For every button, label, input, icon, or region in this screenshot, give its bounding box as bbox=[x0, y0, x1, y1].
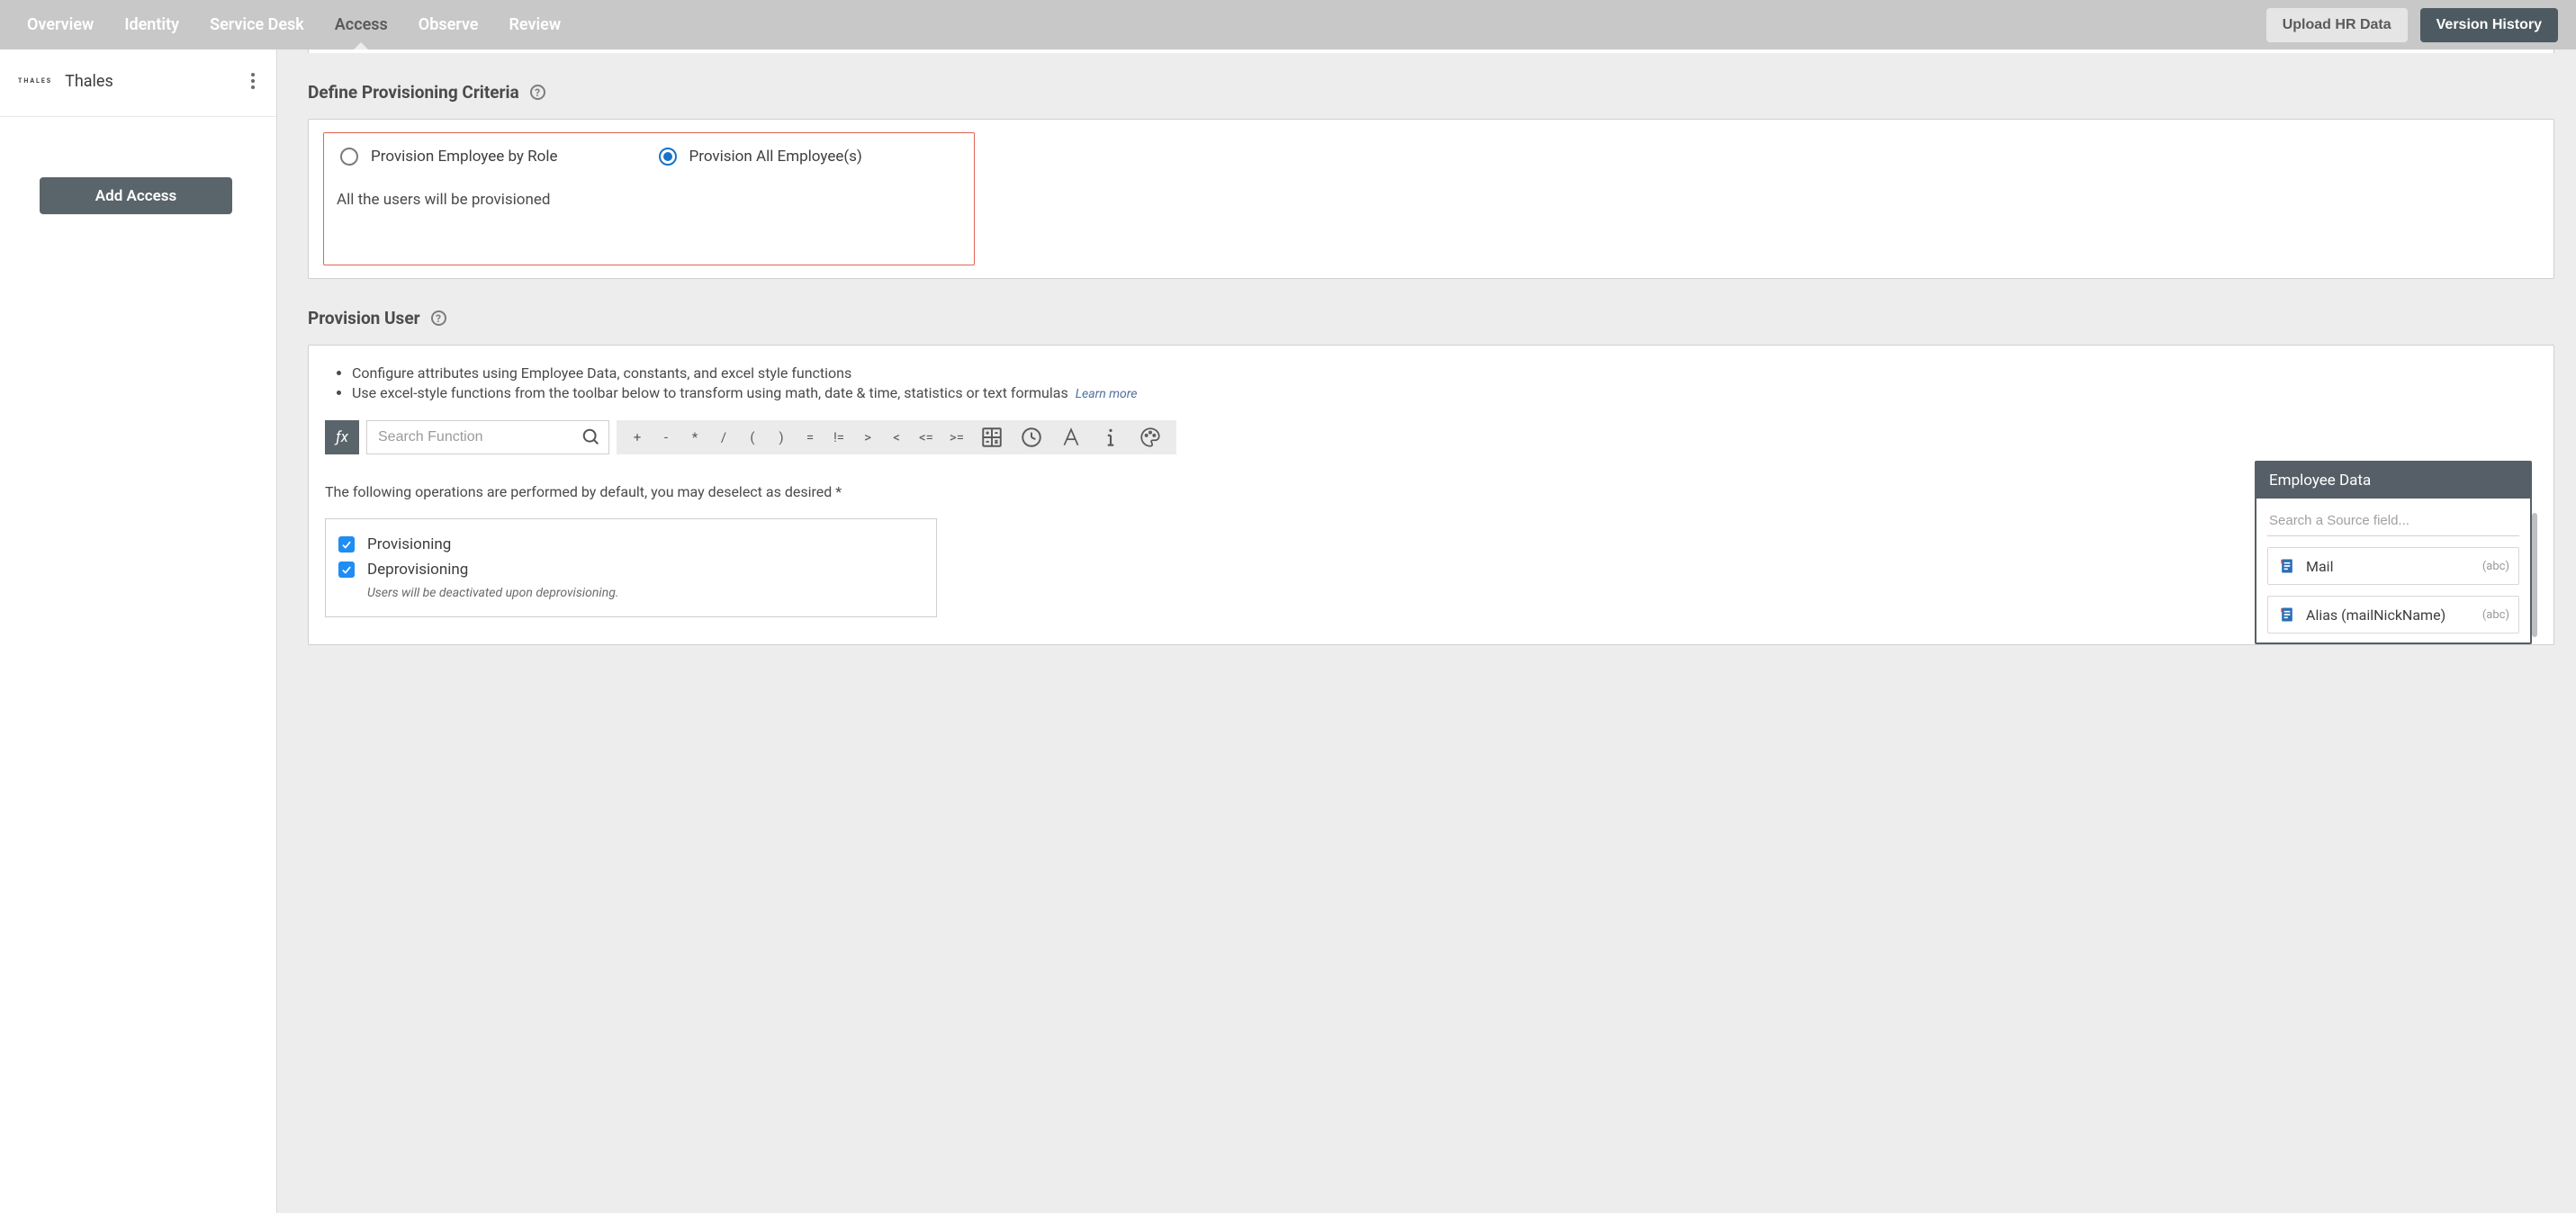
provision-user-title: Provision User bbox=[308, 308, 420, 328]
formula-bar: ƒx + - * / ( ) = != > < bbox=[325, 420, 2537, 454]
criteria-description: All the users will be provisioned bbox=[335, 191, 963, 209]
tab-identity[interactable]: Identity bbox=[124, 0, 179, 49]
tab-service-desk[interactable]: Service Desk bbox=[210, 0, 304, 49]
tab-access[interactable]: Access bbox=[335, 0, 388, 49]
learn-more-link[interactable]: Learn more bbox=[1076, 387, 1138, 401]
previous-card-edge bbox=[308, 49, 2554, 53]
sidebar: THALES Thales Add Access bbox=[0, 49, 277, 1213]
add-access-button[interactable]: Add Access bbox=[40, 177, 232, 214]
company-name: Thales bbox=[65, 72, 113, 91]
op-paren-open[interactable]: ( bbox=[746, 429, 759, 445]
employee-data-panel: Employee Data Mail (abc) Alia bbox=[2255, 461, 2532, 644]
operations-note: The following operations are performed b… bbox=[325, 483, 2537, 500]
op-multiply[interactable]: * bbox=[689, 429, 701, 445]
radio-label: Provision Employee by Role bbox=[371, 148, 558, 166]
provision-bullet-2: Use excel-style functions from the toolb… bbox=[352, 383, 2537, 404]
checkbox-deprovisioning[interactable] bbox=[338, 562, 355, 578]
palette-icon[interactable] bbox=[1139, 426, 1162, 449]
company-row: THALES Thales bbox=[0, 49, 276, 117]
provision-bullet-1: Configure attributes using Employee Data… bbox=[352, 364, 2537, 383]
deprovisioning-subtext: Users will be deactivated upon deprovisi… bbox=[367, 586, 923, 600]
top-nav: Overview Identity Service Desk Access Ob… bbox=[0, 0, 2576, 49]
criteria-highlight-box: Provision Employee by Role Provision All… bbox=[323, 132, 975, 265]
criteria-card: Provision Employee by Role Provision All… bbox=[308, 119, 2554, 279]
checkbox-label: Deprovisioning bbox=[367, 561, 468, 579]
more-menu-icon[interactable] bbox=[246, 67, 260, 94]
clock-icon[interactable] bbox=[1020, 426, 1043, 449]
field-icon bbox=[2277, 555, 2297, 577]
op-less[interactable]: < bbox=[890, 429, 903, 445]
provision-card: Configure attributes using Employee Data… bbox=[308, 345, 2554, 645]
version-history-button[interactable]: Version History bbox=[2420, 8, 2558, 42]
field-card-alias[interactable]: Alias (mailNickName) (abc) bbox=[2267, 596, 2519, 633]
nav-tabs: Overview Identity Service Desk Access Ob… bbox=[27, 0, 561, 49]
op-lte[interactable]: <= bbox=[919, 429, 933, 445]
content: Define Provisioning Criteria ? Provision… bbox=[277, 49, 2576, 1213]
op-minus[interactable]: - bbox=[660, 429, 672, 445]
scrollbar[interactable] bbox=[2532, 513, 2537, 637]
upload-hr-data-button[interactable]: Upload HR Data bbox=[2266, 8, 2408, 42]
search-icon bbox=[581, 427, 601, 447]
op-equal[interactable]: = bbox=[804, 429, 816, 445]
op-not-equal[interactable]: != bbox=[833, 429, 845, 445]
field-name: Mail bbox=[2306, 558, 2333, 575]
employee-data-search-input[interactable] bbox=[2267, 506, 2519, 536]
info-icon[interactable] bbox=[1099, 426, 1122, 449]
help-icon[interactable]: ? bbox=[431, 310, 446, 326]
field-name: Alias (mailNickName) bbox=[2306, 606, 2445, 624]
op-greater[interactable]: > bbox=[861, 429, 874, 445]
operators-bar: + - * / ( ) = != > < <= >= bbox=[617, 420, 1176, 454]
op-gte[interactable]: >= bbox=[950, 429, 964, 445]
radio-label: Provision All Employee(s) bbox=[689, 148, 862, 166]
company-logo: THALES bbox=[18, 77, 52, 85]
radio-provision-all[interactable]: Provision All Employee(s) bbox=[659, 148, 862, 166]
radio-icon bbox=[659, 148, 677, 166]
function-search-input[interactable] bbox=[367, 429, 608, 445]
op-plus[interactable]: + bbox=[631, 429, 644, 445]
field-card-mail[interactable]: Mail (abc) bbox=[2267, 547, 2519, 585]
radio-provision-by-role[interactable]: Provision Employee by Role bbox=[340, 148, 558, 166]
tab-overview[interactable]: Overview bbox=[27, 0, 94, 49]
field-type: (abc) bbox=[2482, 560, 2509, 573]
operations-box: Provisioning Deprovisioning Users will b… bbox=[325, 518, 937, 617]
math-icon[interactable] bbox=[980, 426, 1004, 449]
checkbox-label: Provisioning bbox=[367, 535, 451, 553]
help-icon[interactable]: ? bbox=[530, 85, 545, 100]
tab-observe[interactable]: Observe bbox=[419, 0, 479, 49]
radio-icon bbox=[340, 148, 358, 166]
fx-label: ƒx bbox=[325, 420, 359, 454]
field-icon bbox=[2277, 604, 2297, 625]
tab-review[interactable]: Review bbox=[509, 0, 561, 49]
op-paren-close[interactable]: ) bbox=[775, 429, 788, 445]
criteria-title: Define Provisioning Criteria bbox=[308, 82, 519, 103]
field-type: (abc) bbox=[2482, 608, 2509, 622]
checkbox-provisioning[interactable] bbox=[338, 536, 355, 553]
function-search[interactable] bbox=[366, 420, 609, 454]
op-divide[interactable]: / bbox=[717, 429, 730, 445]
text-icon[interactable] bbox=[1059, 426, 1083, 449]
employee-data-header: Employee Data bbox=[2256, 463, 2530, 499]
